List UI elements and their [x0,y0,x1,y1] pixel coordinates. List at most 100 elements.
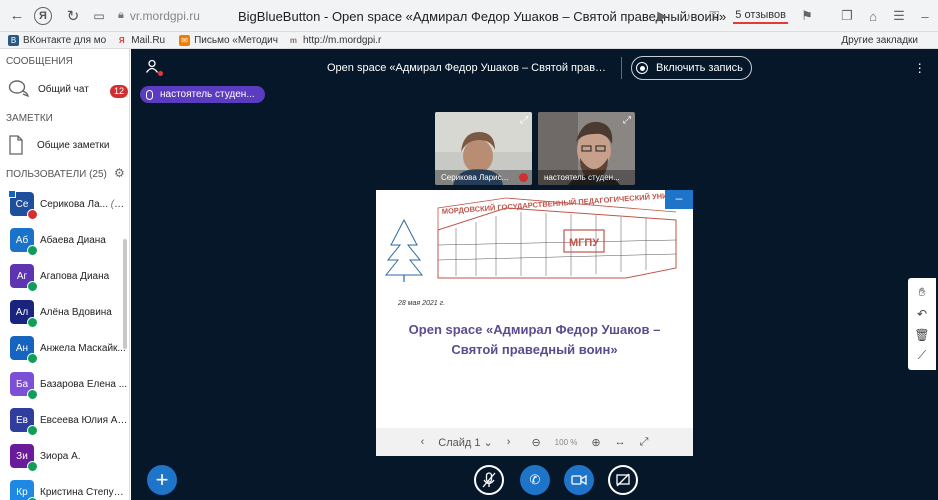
user-list-item[interactable]: Ев Евсеева Юлия Ал... [10,408,128,436]
fit-width-icon[interactable]: ↔ [615,436,626,448]
avatar: Аг [10,264,38,292]
users-title: ПОЛЬЗОВАТЕЛИ (25) [6,169,107,180]
minimize-icon[interactable]: – [912,3,938,29]
minimize-presentation-button[interactable]: – [665,190,693,209]
collections-icon[interactable]: ❐ [834,3,860,29]
slide-date: 28 мая 2021 г. [398,300,446,307]
mic-on-icon [27,317,38,328]
user-name-text: Серикова Ла... [40,198,108,210]
record-button[interactable]: Включить запись [631,56,752,80]
public-chat-item[interactable]: Общий чат [8,79,89,99]
mic-on-icon [27,245,38,256]
user-list-item[interactable]: Кр Кристина Степуш... [10,480,128,500]
mail-icon: ✉ [179,34,191,46]
avatar-initials: Ев [16,414,28,426]
video-name: настоятель студен... [538,170,635,185]
tabs-icon[interactable]: ▭ [86,3,112,29]
users-toggle-icon[interactable] [145,59,163,76]
slide-title-line: Святой праведный воин» [451,342,618,357]
bookmark-vk[interactable]: В ВКонтакте для мо [8,34,107,46]
fullscreen-icon[interactable]: ⤢ [623,115,631,126]
shared-notes-label: Общие заметки [37,139,110,151]
more-options-icon[interactable]: · · · [917,56,922,78]
zoom-in-icon[interactable]: ⊕ [591,436,600,449]
camera-icon[interactable]: ▶ [649,3,675,29]
bookmark-mailru[interactable]: Я Mail.Ru [116,35,165,46]
user-list-item[interactable]: Зи Зиора А. [10,444,128,472]
unread-badge: 12 [110,85,128,98]
bookmark-mordgpi[interactable]: m http://m.mordgpi.r [288,35,381,46]
reviews-badge[interactable]: 5 отзывов [733,8,788,24]
avatar: Се [8,190,38,220]
chat-icon [8,80,29,98]
hand-icon[interactable]: ✋︎ [912,284,932,302]
fullscreen-icon[interactable]: ⤢ [640,436,649,449]
bookmark-label: Mail.Ru [131,34,166,46]
url-text: vr.mordgpi.ru [129,8,200,23]
user-name: Анжела Маскайк... [40,343,126,354]
actions-button[interactable]: + [147,465,177,495]
talking-indicator: настоятель студен... [140,86,265,103]
avatar-initials: Се [15,198,29,210]
avatar-initials: Ан [15,342,29,354]
share-webcam-button[interactable] [564,465,594,495]
video-tile-2[interactable]: ⤢ настоятель студен... [538,112,635,185]
vk-icon: В [8,34,19,46]
leave-audio-button[interactable]: ✆ [520,465,550,495]
mute-button[interactable] [474,465,504,495]
video-tile-1[interactable]: ⤢ Серикова Ларис... [435,112,532,185]
bookmark-label: ВКонтакте для мо [23,34,107,46]
user-name: Агапова Диана [40,271,109,282]
user-name: Кристина Степуш... [40,487,128,498]
bookmark-label: Письмо «Методич [194,34,278,46]
undo-icon[interactable]: ↶ [912,305,932,323]
translate-icon[interactable]: ⌂ [860,3,886,29]
user-name-text: Кристина Степуш... [40,486,128,498]
mic-on-icon [27,389,38,400]
lock-icon: 🔒︎ [118,9,124,21]
yandex-icon[interactable]: Я [34,6,52,25]
other-bookmarks[interactable]: Другие закладки [841,35,918,46]
zoom-level: 100 % [554,437,578,447]
gear-icon[interactable]: ⚙ [114,166,125,180]
lock-icon[interactable]: ⚿ [701,3,727,29]
slide-select[interactable]: Слайд 1 ⌄ [438,436,493,449]
mic-off-icon [482,472,496,488]
screen-share-button[interactable] [608,465,638,495]
mic-on-icon [27,425,38,436]
user-list-item[interactable]: Аб Абаева Диана [10,228,128,256]
mic-icon[interactable]: ♪ [675,3,701,29]
mic-on-icon [27,281,38,292]
avatar: Ев [10,408,38,436]
user-list-item[interactable]: Аг Агапова Диана [10,264,128,292]
user-list-item[interactable]: Ба Базарова Елена ... [10,372,128,400]
bookmark-letter[interactable]: ✉ Письмо «Методич [179,34,278,46]
yandex-icon: Я [118,35,125,45]
prev-slide-icon[interactable]: ‹ [421,436,425,448]
user-list-item[interactable]: Се Серикова Ла... (Вы) [8,190,128,220]
reload-icon[interactable]: ↻ [60,3,86,29]
sidebar-scrollbar[interactable] [123,239,127,349]
multi-user-whiteboard-icon[interactable]: ⟋ [912,347,932,365]
next-slide-icon[interactable]: › [507,436,511,448]
avatar: Аб [10,228,38,256]
slide-title: Open space «Адмирал Федор Ушаков – Свято… [376,320,693,360]
user-name: Абаева Диана [40,235,106,246]
university-drawing: МОРДОВСКИЙ ГОСУДАРСТВЕННЫЙ ПЕДАГОГИЧЕСКИ… [384,190,693,282]
user-list-item[interactable]: Ал Алёна Вдовина [10,300,128,328]
bookmarks-bar: В ВКонтакте для мо Я Mail.Ru ✉ Письмо «М… [0,32,938,49]
note-icon [9,135,23,155]
zoom-out-icon[interactable]: ⊖ [531,436,540,449]
menu-icon[interactable]: ☰ [886,3,912,29]
bookmark-icon[interactable]: ⚑ [794,3,820,29]
trash-icon[interactable]: 🗑︎ [912,326,932,344]
user-name: Зиора А. [40,451,81,462]
main-area: Open space «Адмирал Федор Ушаков – Свято… [131,49,938,500]
user-list-item[interactable]: Ан Анжела Маскайк... [10,336,128,364]
avatar-initials: Аб [15,234,29,246]
shared-notes-item[interactable]: Общие заметки [8,135,109,155]
address-bar[interactable]: 🔒︎ vr.mordgpi.ru [118,9,200,23]
fullscreen-icon[interactable]: ⤢ [520,115,528,126]
presentation-slide[interactable]: МОРДОВСКИЙ ГОСУДАРСТВЕННЫЙ ПЕДАГОГИЧЕСКИ… [376,190,693,428]
back-icon[interactable]: ← [4,3,30,29]
